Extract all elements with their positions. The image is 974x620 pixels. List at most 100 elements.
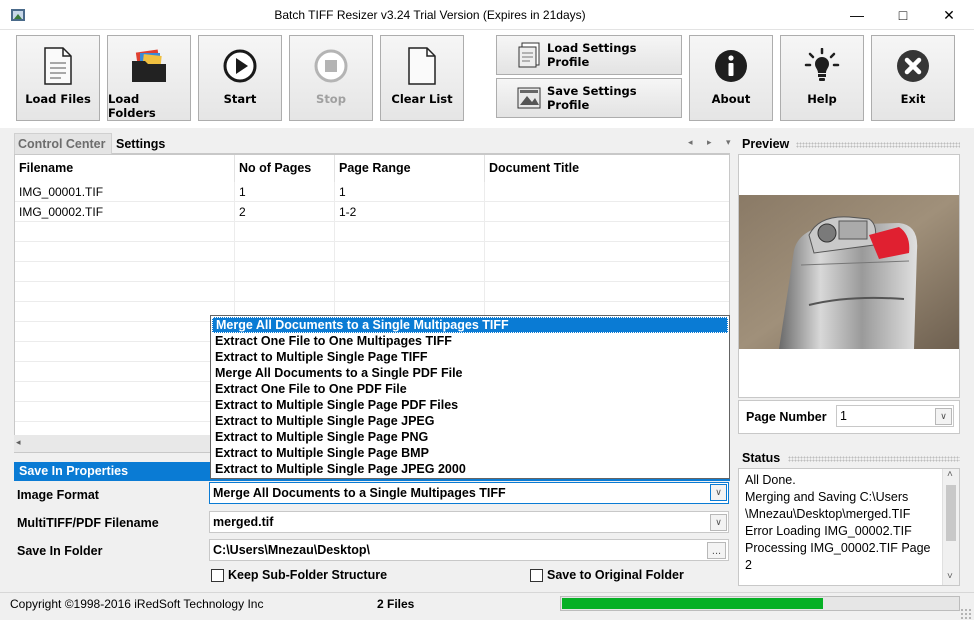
status-header: Status: [742, 451, 781, 465]
status-line: Merging and Saving C:\Users: [745, 490, 909, 504]
chevron-down-icon[interactable]: ∨: [710, 514, 727, 531]
scroll-down-icon[interactable]: ˅: [947, 571, 953, 582]
empty-row: [15, 282, 729, 302]
image-format-dropdown-list[interactable]: Merge All Documents to a Single Multipag…: [210, 315, 730, 479]
settings-file-icon: [517, 42, 543, 68]
status-header-divider: [788, 456, 960, 462]
cell-document-title: [485, 202, 729, 222]
cell-page-range: 1-2: [335, 202, 485, 222]
format-option[interactable]: Extract One File to One PDF File: [212, 381, 728, 397]
progress-bar: [560, 596, 960, 611]
save-folder-label: Save In Folder: [17, 544, 103, 558]
chevron-down-icon[interactable]: ∨: [710, 484, 727, 501]
table-row[interactable]: IMG_00002.TIF 2 1-2: [15, 202, 729, 222]
multitiff-filename-field[interactable]: merged.tif: [209, 511, 729, 533]
exit-button[interactable]: Exit: [871, 35, 955, 121]
save-original-folder-checkbox[interactable]: [530, 569, 543, 582]
cell-filename: IMG_00002.TIF: [15, 202, 235, 222]
chevron-down-icon[interactable]: ∨: [935, 408, 952, 425]
format-option[interactable]: Extract One File to One Multipages TIFF: [212, 333, 728, 349]
save-settings-profile-button[interactable]: Save Settings Profile: [496, 78, 682, 118]
multitiff-filename-label: MultiTIFF/PDF Filename: [17, 516, 159, 530]
window-title: Batch TIFF Resizer v3.24 Trial Version (…: [274, 8, 586, 22]
status-line: Processing IMG_00002.TIF Page: [745, 541, 931, 555]
cell-pages: 2: [235, 202, 335, 222]
preview-header: Preview: [742, 137, 790, 151]
cell-page-range: 1: [335, 182, 485, 202]
cell-filename: IMG_00001.TIF: [15, 182, 235, 202]
maximize-button[interactable]: □: [880, 0, 926, 30]
close-icon: ✕: [943, 6, 955, 23]
play-icon: [220, 46, 260, 86]
format-option[interactable]: Extract to Multiple Single Page TIFF: [212, 349, 728, 365]
browse-button[interactable]: ...: [707, 542, 726, 559]
document-icon: [38, 46, 78, 86]
format-option[interactable]: Extract to Multiple Single Page BMP: [212, 445, 728, 461]
status-line: Error Loading IMG_00002.TIF: [745, 524, 912, 538]
close-circle-icon: [893, 46, 933, 86]
help-label: Help: [807, 92, 837, 106]
tab-settings[interactable]: Settings: [116, 137, 165, 151]
exit-label: Exit: [900, 92, 926, 106]
clear-list-label: Clear List: [391, 92, 453, 106]
save-original-folder-label[interactable]: Save to Original Folder: [547, 568, 684, 582]
status-line: All Done.: [745, 473, 796, 487]
status-log[interactable]: All Done. Merging and Saving C:\Users \M…: [738, 468, 960, 586]
tab-nav-arrows[interactable]: ◂ ▸ ▾: [688, 137, 737, 148]
format-option[interactable]: Extract to Multiple Single Page JPEG: [212, 413, 728, 429]
copyright-text: Copyright ©1998-2016 iRedSoft Technology…: [10, 597, 264, 611]
help-button[interactable]: Help: [780, 35, 864, 121]
status-vertical-scrollbar[interactable]: ˄ ˅: [942, 469, 959, 585]
scroll-thumb[interactable]: [946, 485, 956, 541]
column-header-pages[interactable]: No of Pages: [235, 155, 335, 182]
format-option[interactable]: Extract to Multiple Single Page PDF File…: [212, 397, 728, 413]
empty-row: [15, 242, 729, 262]
save-image-icon: [517, 85, 543, 111]
format-option[interactable]: Extract to Multiple Single Page PNG: [212, 429, 728, 445]
blank-page-icon: [402, 46, 442, 86]
image-format-select[interactable]: Merge All Documents to a Single Multipag…: [209, 482, 729, 504]
preview-pane: [738, 154, 960, 398]
multitiff-filename-value: merged.tif: [213, 515, 274, 529]
load-folders-button[interactable]: Load Folders: [107, 35, 191, 121]
preview-header-divider: [796, 142, 960, 148]
cell-document-title: [485, 182, 729, 202]
format-option[interactable]: Merge All Documents to a Single Multipag…: [212, 317, 728, 333]
minimize-icon: —: [850, 7, 864, 23]
keep-subfolder-label[interactable]: Keep Sub-Folder Structure: [228, 568, 387, 582]
load-settings-profile-button[interactable]: Load Settings Profile: [496, 35, 682, 75]
save-folder-value: C:\Users\Mnezau\Desktop\: [213, 543, 370, 557]
column-header-document-title[interactable]: Document Title: [485, 155, 729, 182]
close-window-button[interactable]: ✕: [926, 0, 972, 30]
table-row[interactable]: IMG_00001.TIF 1 1: [15, 182, 729, 202]
status-line: \Mnezau\Desktop\merged.TIF: [745, 507, 911, 521]
empty-row: [15, 222, 729, 242]
format-option[interactable]: Extract to Multiple Single Page JPEG 200…: [212, 461, 728, 477]
title-bar: Batch TIFF Resizer v3.24 Trial Version (…: [0, 0, 974, 30]
format-option[interactable]: Merge All Documents to a Single PDF File: [212, 365, 728, 381]
page-number-label: Page Number: [746, 410, 827, 424]
info-icon: [711, 46, 751, 86]
about-button[interactable]: About: [689, 35, 773, 121]
lightbulb-icon: [802, 46, 842, 86]
clear-list-button[interactable]: Clear List: [380, 35, 464, 121]
empty-row: [15, 262, 729, 282]
scroll-up-icon[interactable]: ˄: [947, 469, 953, 480]
folder-icon: [129, 46, 169, 86]
column-header-page-range[interactable]: Page Range: [335, 155, 485, 182]
tab-control-center[interactable]: Control Center: [18, 137, 106, 151]
cell-pages: 1: [235, 182, 335, 202]
resize-grip[interactable]: [960, 608, 972, 620]
start-button[interactable]: Start: [198, 35, 282, 121]
stop-button[interactable]: Stop: [289, 35, 373, 121]
column-header-filename[interactable]: Filename: [15, 155, 235, 182]
load-files-button[interactable]: Load Files: [16, 35, 100, 121]
scroll-left-icon[interactable]: ◂: [16, 437, 21, 448]
keep-subfolder-checkbox[interactable]: [211, 569, 224, 582]
minimize-button[interactable]: —: [834, 0, 880, 30]
save-folder-field[interactable]: C:\Users\Mnezau\Desktop\: [209, 539, 729, 561]
load-folders-label: Load Folders: [108, 92, 156, 120]
page-number-value: 1: [840, 409, 847, 423]
progress-fill: [562, 598, 823, 609]
image-format-value: Merge All Documents to a Single Multipag…: [213, 486, 506, 500]
